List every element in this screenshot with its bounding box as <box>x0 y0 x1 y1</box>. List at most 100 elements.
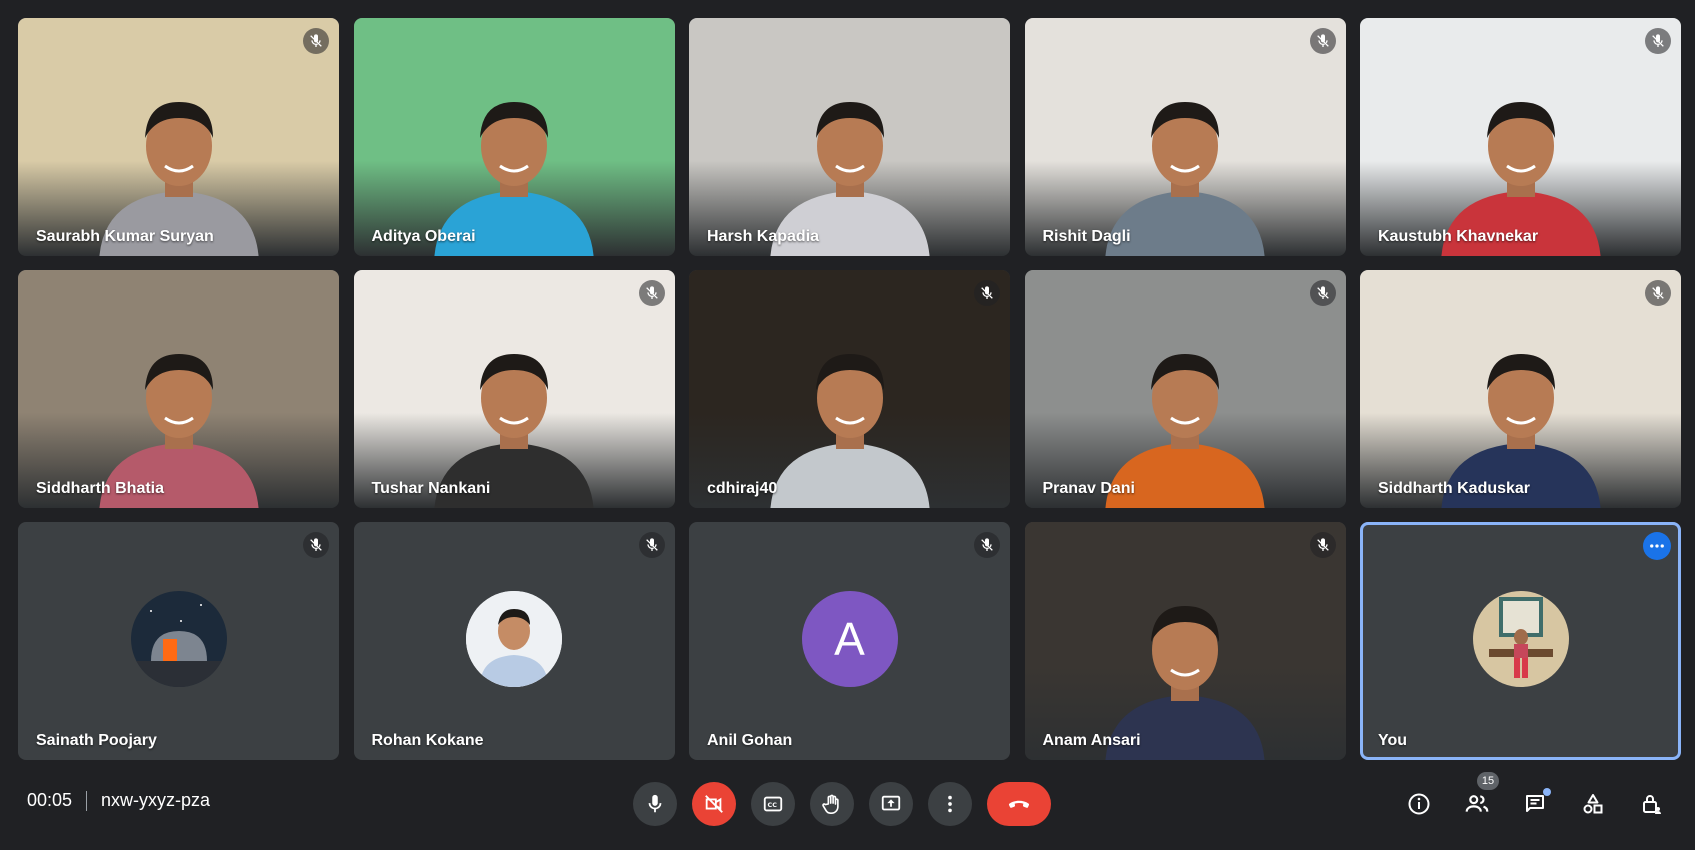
mic-off-icon <box>1316 34 1329 47</box>
participant-name: Tushar Nankani <box>371 480 491 497</box>
video-feed <box>1024 18 1346 256</box>
participant-name: Rishit Dagli <box>1042 228 1131 245</box>
raise-hand-button[interactable] <box>810 782 854 826</box>
video-feed <box>1360 270 1681 508</box>
muted-indicator <box>638 532 665 558</box>
participant-tile[interactable]: Saurabh Kumar Suryan <box>18 18 339 256</box>
participant-tile[interactable]: Aditya Oberai <box>353 18 675 256</box>
participant-tile[interactable]: Sainath Poojary <box>18 522 339 760</box>
mic-off-icon <box>310 538 322 551</box>
more-options-button[interactable] <box>928 782 972 826</box>
people-button[interactable]: 15 <box>1455 772 1499 826</box>
participant-name: Kaustubh Khavnekar <box>1378 228 1539 245</box>
more-options-icon <box>948 795 952 813</box>
chat-button[interactable] <box>1513 782 1557 826</box>
video-feed <box>689 270 1010 508</box>
participant-tile[interactable]: Siddharth Bhatia <box>18 270 339 508</box>
people-icon <box>1465 795 1489 812</box>
participant-name: Anam Ansari <box>1042 732 1141 749</box>
participant-tile[interactable]: Siddharth Kaduskar <box>1360 270 1681 508</box>
participant-tile[interactable]: Anam Ansari <box>1024 522 1346 760</box>
participant-tile[interactable]: Rohan Kokane <box>353 522 675 760</box>
participant-tile[interactable]: Kaustubh Khavnekar <box>1360 18 1681 256</box>
participant-name: Pranav Dani <box>1042 480 1135 497</box>
meeting-info: 00:05 nxw-yxyz-pza <box>27 790 210 811</box>
participant-name: Harsh Kapadia <box>707 228 820 245</box>
more-horiz-icon <box>1650 544 1664 548</box>
participant-tile[interactable]: Tushar Nankani <box>353 270 675 508</box>
video-feed <box>1024 270 1346 508</box>
tile-more-options-button[interactable] <box>1643 532 1671 560</box>
avatar <box>1472 591 1569 687</box>
profile-photo <box>1472 591 1569 687</box>
meeting-code[interactable]: nxw-yxyz-pza <box>101 790 210 811</box>
microphone-button[interactable] <box>633 782 677 826</box>
video-feed <box>1360 18 1681 256</box>
muted-indicator <box>303 532 329 558</box>
video-feed <box>689 18 1010 256</box>
video-feed <box>1024 522 1346 760</box>
mic-off-icon <box>1652 286 1664 299</box>
participant-name: Anil Gohan <box>707 732 793 749</box>
self-tile[interactable]: You <box>1360 522 1681 760</box>
camera-off-icon <box>705 795 723 813</box>
participant-tile[interactable]: A Anil Gohan <box>689 522 1010 760</box>
chat-icon <box>1526 795 1544 812</box>
mic-off-icon <box>310 34 322 47</box>
end-call-icon <box>1008 800 1030 808</box>
avatar: A <box>801 591 898 687</box>
participant-video-feed <box>769 354 930 508</box>
participant-grid: Saurabh Kumar Suryan Aditya Oberai Harsh K… <box>18 18 1681 760</box>
muted-indicator <box>1645 280 1671 306</box>
muted-indicator <box>974 280 1000 306</box>
meeting-details-button[interactable] <box>1397 782 1441 826</box>
observatory-image <box>130 591 227 687</box>
info-icon <box>1408 793 1430 815</box>
participant-name: Saurabh Kumar Suryan <box>36 228 214 245</box>
muted-indicator <box>1645 28 1671 54</box>
avatar <box>130 591 227 687</box>
participant-name: Siddharth Kaduskar <box>1378 480 1531 497</box>
participant-tile[interactable]: Rishit Dagli <box>1024 18 1346 256</box>
muted-indicator <box>1309 28 1336 54</box>
muted-indicator <box>1309 280 1336 306</box>
present-button[interactable] <box>869 782 913 826</box>
mic-off-icon <box>1316 286 1329 299</box>
mic-off-icon <box>1316 538 1329 551</box>
lock-person-icon <box>1643 795 1661 814</box>
participant-name: Rohan Kokane <box>371 732 484 749</box>
end-call-button[interactable] <box>987 782 1051 826</box>
avatar <box>466 591 562 687</box>
video-feed <box>353 18 675 256</box>
call-controls: CC <box>633 782 1051 826</box>
participant-name: Siddharth Bhatia <box>36 480 165 497</box>
chat-notification-dot <box>1543 788 1551 796</box>
mic-off-icon <box>1652 34 1664 47</box>
participant-name: cdhiraj40 <box>707 480 778 497</box>
mic-off-icon <box>981 286 993 299</box>
muted-indicator <box>638 280 665 306</box>
profile-photo <box>466 591 562 687</box>
microphone-icon <box>648 794 662 813</box>
video-feed <box>353 270 675 508</box>
activities-icon <box>1583 794 1603 814</box>
mic-off-icon <box>981 538 993 551</box>
participant-tile[interactable]: Harsh Kapadia <box>689 18 1010 256</box>
captions-icon: CC <box>763 796 783 812</box>
host-controls-button[interactable] <box>1629 782 1673 826</box>
present-screen-icon <box>881 795 901 811</box>
video-feed <box>18 270 339 508</box>
participant-name: You <box>1378 732 1408 749</box>
captions-button[interactable]: CC <box>751 782 795 826</box>
participant-tile[interactable]: Pranav Dani <box>1024 270 1346 508</box>
muted-indicator <box>1309 532 1336 558</box>
camera-button[interactable] <box>692 782 736 826</box>
muted-indicator <box>303 28 329 54</box>
mic-off-icon <box>645 538 658 551</box>
participant-tile[interactable]: cdhiraj40 <box>689 270 1010 508</box>
svg-text:CC: CC <box>768 801 778 809</box>
activities-button[interactable] <box>1571 782 1615 826</box>
hand-icon <box>822 794 839 814</box>
video-feed <box>18 18 339 256</box>
muted-indicator <box>974 532 1000 558</box>
